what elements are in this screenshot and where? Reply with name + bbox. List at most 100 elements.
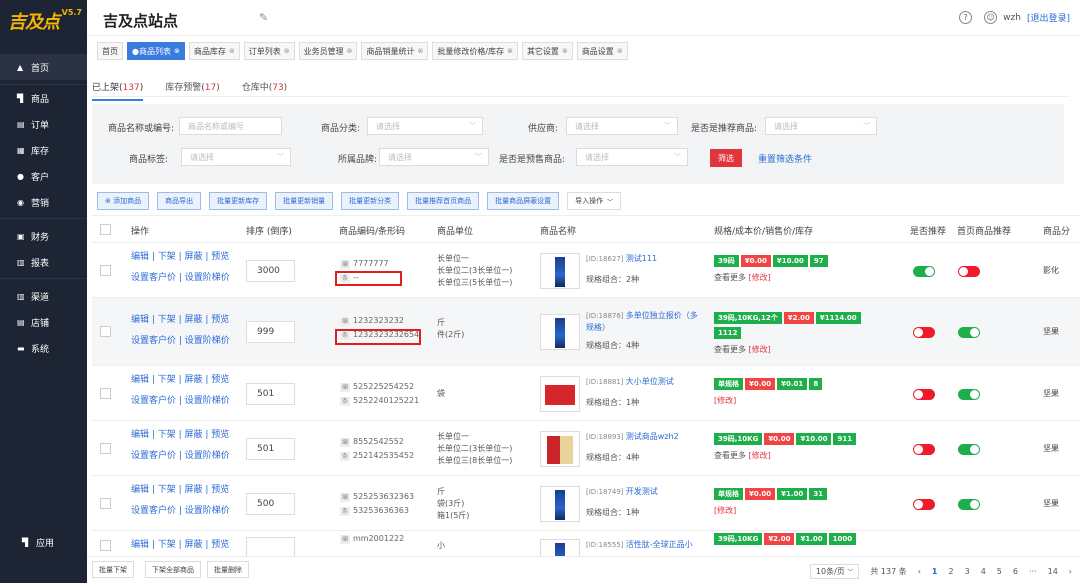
sidebar-item-channel[interactable]: ▥ 渠道 (0, 283, 87, 309)
filter-brand-select[interactable]: 请选择 ﹀ (379, 148, 489, 166)
filter-presale-select[interactable]: 请选择 ﹀ (576, 148, 688, 166)
tab-7[interactable]: 其它设置 ⊗ (521, 42, 573, 60)
recommend-toggle[interactable] (913, 443, 935, 455)
batch-stock-button[interactable]: 批量更新库存 (209, 192, 268, 210)
close-icon[interactable]: ⊗ (507, 47, 513, 55)
page-number[interactable]: ··· (1029, 567, 1037, 576)
home-recommend-toggle[interactable] (958, 443, 980, 455)
tab-5[interactable]: 商品销量统计 ⊗ (361, 42, 429, 60)
product-name-link[interactable]: 开发测试 (626, 487, 658, 496)
select-all-checkbox[interactable] (100, 224, 111, 235)
row-checkbox[interactable] (100, 497, 111, 509)
modify-link[interactable]: 修改 (752, 345, 768, 354)
row-checkbox[interactable] (100, 387, 111, 399)
sidebar-item-system[interactable]: ▬ 系统 (0, 335, 87, 361)
export-button[interactable]: 商品导出 (157, 192, 202, 210)
add-product-button[interactable]: ⊕ 添加商品 (97, 192, 150, 210)
view-more-link[interactable]: 查看更多 (714, 273, 749, 282)
close-icon[interactable]: ⊗ (617, 47, 623, 55)
tab-0[interactable]: 首页 (97, 42, 123, 60)
page-number[interactable]: 3 (965, 567, 970, 576)
product-image[interactable] (540, 485, 580, 522)
help-icon[interactable]: ? (959, 11, 973, 24)
sidebar-item-order[interactable]: ▤ 订单 (0, 111, 87, 137)
sidebar-item-shop[interactable]: ▤ 店铺 (0, 309, 87, 335)
row-checkbox[interactable] (100, 264, 111, 276)
filter-category-select[interactable]: 请选择 ﹀ (367, 117, 483, 135)
close-icon[interactable]: ⊗ (562, 47, 568, 55)
row-checkbox[interactable] (100, 442, 111, 454)
page-number[interactable]: 14 (1048, 567, 1058, 576)
page-number[interactable]: 6 (1013, 567, 1018, 576)
batch-category-button[interactable]: 批量更新分类 (341, 192, 400, 210)
product-name-link[interactable]: 大小单位测试 (626, 377, 674, 386)
filter-recommend-select[interactable]: 请选择 ﹀ (765, 117, 877, 135)
tab-8[interactable]: 商品设置 ⊗ (576, 42, 628, 60)
logout-link[interactable]: [退出登录] (1027, 11, 1070, 24)
row-ops-line1[interactable]: 编辑 | 下架 | 屏蔽 | 预览 (131, 535, 230, 556)
filter-tag-select[interactable]: 请选择 ﹀ (181, 148, 291, 166)
product-name-link[interactable]: 测试商品wzh2 (626, 432, 679, 441)
close-icon[interactable]: ⊗ (417, 47, 423, 55)
tab-4[interactable]: 业务员管理 ⊗ (298, 42, 358, 60)
sort-input[interactable]: 501 (246, 437, 295, 460)
home-recommend-toggle[interactable] (958, 327, 980, 338)
recommend-toggle[interactable] (913, 498, 935, 510)
row-ops-line2[interactable]: 设置客户价 | 设置阶梯价 (131, 268, 230, 289)
filter-button[interactable]: 筛选 (710, 149, 742, 167)
batch-delete-button[interactable]: 批量删除 (207, 561, 249, 578)
product-image[interactable] (540, 375, 580, 412)
sort-input[interactable]: 500 (246, 492, 295, 515)
product-name-link[interactable]: 测试111 (626, 254, 657, 263)
sidebar-item-marketing[interactable]: ◉ 营销 (0, 189, 87, 215)
modify-link[interactable]: 修改 (717, 506, 733, 515)
close-icon[interactable]: ⊗ (174, 47, 180, 55)
filter-supplier-select[interactable]: 请选择 ﹀ (566, 117, 678, 135)
close-icon[interactable]: ⊗ (284, 47, 290, 55)
tab-3[interactable]: 订单列表 ⊗ (243, 42, 295, 60)
row-ops-line1[interactable]: 编辑 | 下架 | 屏蔽 | 预览 (131, 370, 230, 391)
sidebar-item-finance[interactable]: ▣ 财务 (0, 223, 87, 249)
modify-link[interactable]: 修改 (717, 396, 733, 405)
product-image[interactable] (540, 252, 580, 289)
home-recommend-toggle[interactable] (958, 388, 980, 400)
sort-input[interactable]: 501 (246, 382, 295, 405)
row-checkbox[interactable] (100, 326, 111, 337)
row-ops-line1[interactable]: 编辑 | 下架 | 屏蔽 | 预览 (131, 310, 230, 331)
row-ops-line1[interactable]: 编辑 | 下架 | 屏蔽 | 预览 (131, 480, 230, 501)
view-more-link[interactable]: 查看更多 (714, 451, 749, 460)
row-ops-line2[interactable]: 设置客户价 | 设置阶梯价 (131, 501, 230, 522)
product-image[interactable] (540, 430, 580, 467)
tab-2[interactable]: 商品库存 ⊗ (188, 42, 240, 60)
row-ops-line1[interactable]: 编辑 | 下架 | 屏蔽 | 预览 (131, 425, 230, 446)
page-number[interactable]: 4 (981, 567, 986, 576)
modify-link[interactable]: 修改 (752, 451, 768, 460)
row-ops-line2[interactable]: 设置客户价 | 设置阶梯价 (131, 391, 230, 412)
logo[interactable]: 吉及点 V5.7 (0, 0, 87, 38)
user-avatar-icon[interactable]: ☺ (984, 11, 998, 24)
home-recommend-toggle[interactable] (958, 265, 980, 277)
import-dropdown[interactable]: 导入操作 ﹀ (567, 192, 622, 210)
batch-recommend-button[interactable]: 批量推荐首页商品 (407, 192, 480, 210)
product-image[interactable] (540, 314, 580, 350)
sidebar-item-cart[interactable]: ▜ 商品 (0, 85, 87, 111)
row-checkbox[interactable] (100, 540, 111, 551)
modify-link[interactable]: 修改 (752, 273, 768, 282)
home-recommend-toggle[interactable] (958, 498, 980, 510)
view-more-link[interactable]: 查看更多 (714, 345, 749, 354)
sidebar-item-report[interactable]: ▥ 报表 (0, 249, 87, 275)
tab-on-shelf[interactable]: 已上架(137) (92, 80, 144, 101)
sort-input[interactable]: 3000 (246, 259, 295, 282)
tab-stock-warning[interactable]: 库存预警(17) (165, 80, 219, 101)
page-size-select[interactable]: 10条/页 ﹀ (809, 564, 860, 579)
prev-page-icon[interactable]: ‹ (918, 567, 921, 576)
row-ops-line1[interactable]: 编辑 | 下架 | 屏蔽 | 预览 (131, 247, 230, 268)
offshelf-all-button[interactable]: 下架全部商品 (145, 561, 201, 578)
batch-offshelf-button[interactable]: 批量下架 (92, 561, 134, 578)
close-icon[interactable]: ⊗ (229, 47, 235, 55)
next-page-icon[interactable]: › (1069, 567, 1072, 576)
recommend-toggle[interactable] (913, 388, 935, 400)
edit-title-icon[interactable]: ✎ (259, 11, 268, 24)
tab-1[interactable]: ● 商品列表 ⊗ (127, 42, 185, 60)
sort-input[interactable]: 999 (246, 321, 295, 343)
